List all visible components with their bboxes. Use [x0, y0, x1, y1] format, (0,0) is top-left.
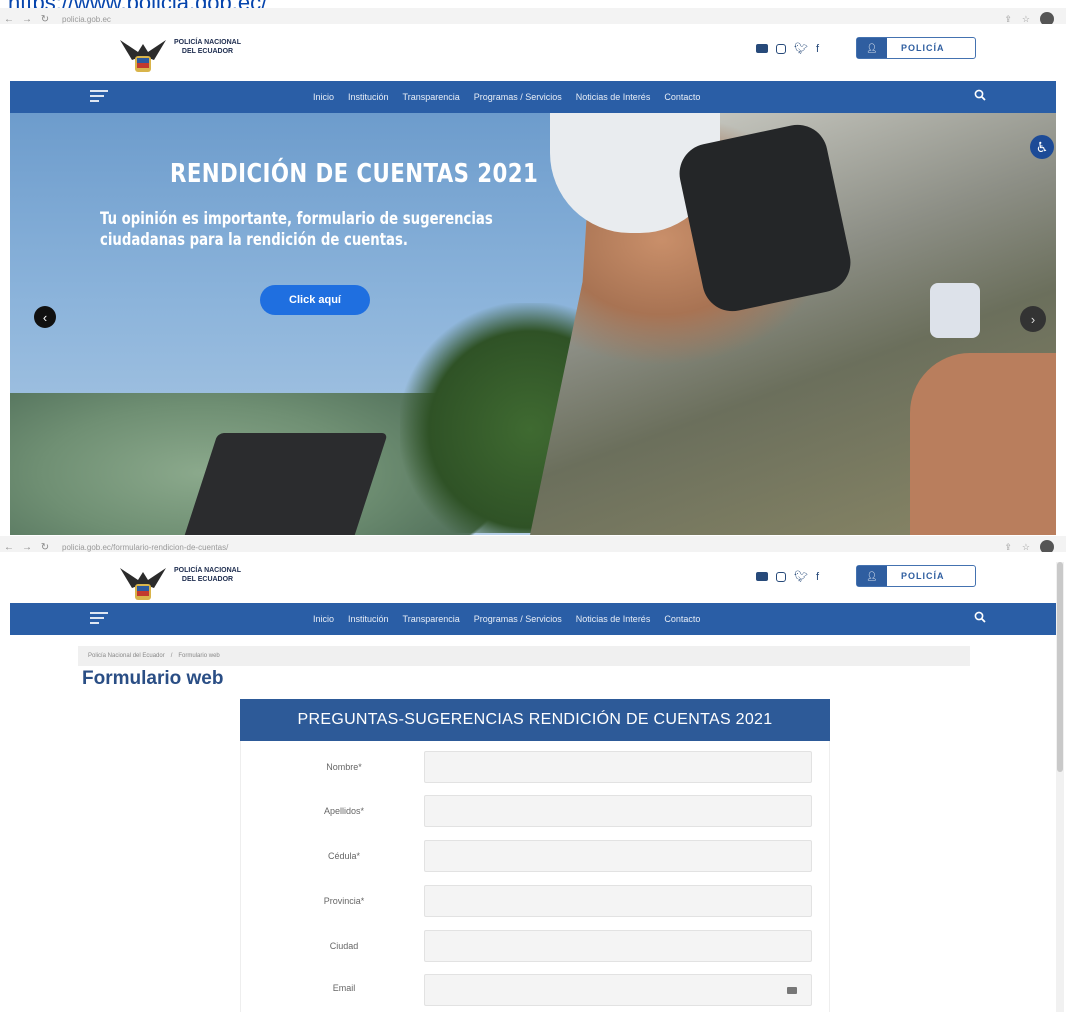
field-label: Provincia* [323, 896, 365, 906]
field-label: Cédula* [327, 851, 361, 861]
youtube-icon[interactable] [756, 44, 768, 53]
address-bar[interactable]: policia.gob.ec [62, 15, 111, 24]
reload-icon[interactable]: ↻ [36, 542, 54, 553]
condor-logo-icon[interactable] [118, 30, 168, 78]
breadcrumb-home[interactable]: Policía Nacional del Ecuador [88, 653, 165, 659]
policia-login-button[interactable]: 👤︎ POLICÍA [856, 565, 976, 587]
nav-item-transparencia[interactable]: Transparencia [403, 92, 460, 102]
carousel-prev-icon[interactable]: ‹ [34, 306, 56, 328]
share-icon[interactable]: ⇪ [1004, 14, 1012, 25]
field-label: Email [332, 983, 356, 993]
forward-icon[interactable]: → [18, 14, 36, 25]
site-header: POLICÍA NACIONAL DEL ECUADOR 🐦︎ f 👤︎ POL… [0, 24, 1066, 82]
breadcrumb-separator: / [170, 653, 173, 659]
nav-item-noticias[interactable]: Noticias de Interés [576, 614, 651, 624]
user-icon: 👤︎ [857, 38, 887, 58]
nombre-input[interactable] [424, 751, 812, 783]
page-scrollbar[interactable] [1056, 562, 1064, 1012]
accessibility-icon[interactable]: ♿︎ [1030, 135, 1054, 159]
facebook-icon[interactable]: f [816, 43, 819, 55]
youtube-icon[interactable] [756, 572, 768, 581]
nav-item-contacto[interactable]: Contacto [664, 614, 700, 624]
hero-banner: RENDICIÓN DE CUENTAS 2021 Tu opinión es … [10, 113, 1056, 535]
carousel-next-icon[interactable]: › [1020, 306, 1046, 332]
main-nav: Inicio Institución Transparencia Program… [10, 603, 1056, 635]
star-icon[interactable]: ☆ [1022, 542, 1030, 553]
form-row-apellidos: Apellidos* [241, 795, 831, 831]
main-nav: Inicio Institución Transparencia Program… [10, 81, 1056, 113]
page-title: Formulario web [82, 668, 224, 689]
nav-item-noticias[interactable]: Noticias de Interés [576, 92, 651, 102]
nav-item-programas[interactable]: Programas / Servicios [474, 92, 562, 102]
twitter-icon[interactable]: 🐦︎ [794, 570, 808, 583]
breadcrumb: Policía Nacional del Ecuador / Formulari… [78, 646, 970, 666]
field-label: Ciudad [329, 941, 359, 951]
social-links: 🐦︎ f [756, 570, 819, 583]
suggestion-form: Nombre* Apellidos* Cédula* Provincia* Ci… [240, 741, 830, 1012]
instagram-icon[interactable] [776, 571, 786, 582]
search-icon[interactable] [974, 611, 986, 623]
field-label: Nombre* [326, 762, 362, 772]
form-heading: PREGUNTAS-SUGERENCIAS RENDICIÓN DE CUENT… [240, 699, 830, 741]
address-bar[interactable]: policia.gob.ec/formulario-rendicion-de-c… [62, 543, 228, 552]
logo-text: POLICÍA NACIONAL DEL ECUADOR [174, 567, 242, 583]
social-links: 🐦︎ f [756, 42, 819, 55]
url-link[interactable]: https://www.policia.gob.ec/ [8, 0, 267, 8]
forward-icon[interactable]: → [18, 542, 36, 553]
twitter-icon[interactable]: 🐦︎ [794, 42, 808, 55]
provincia-input[interactable] [424, 885, 812, 917]
scrollbar-thumb[interactable] [1057, 562, 1063, 772]
form-row-cedula: Cédula* [241, 840, 831, 876]
form-row-ciudad: Ciudad [241, 930, 831, 966]
hero-image-vehicle [182, 433, 388, 535]
back-icon[interactable]: ← [0, 14, 18, 25]
instagram-icon[interactable] [776, 43, 786, 54]
form-row-nombre: Nombre* [241, 751, 831, 787]
nav-item-programas[interactable]: Programas / Servicios [474, 614, 562, 624]
hero-image-patch [930, 283, 980, 338]
menu-icon[interactable] [90, 612, 108, 627]
nav-item-transparencia[interactable]: Transparencia [403, 614, 460, 624]
ciudad-input[interactable] [424, 930, 812, 962]
breadcrumb-current: Formulario web [178, 653, 220, 659]
field-label: Apellidos* [323, 806, 365, 816]
envelope-icon [787, 987, 797, 994]
logo-text: POLICÍA NACIONAL DEL ECUADOR [174, 39, 242, 55]
nav-item-institucion[interactable]: Institución [348, 92, 389, 102]
policia-login-button[interactable]: 👤︎ POLICÍA [856, 37, 976, 59]
hero-subtitle: Tu opinión es importante, formulario de … [100, 209, 493, 250]
share-icon[interactable]: ⇪ [1004, 542, 1012, 553]
nav-item-contacto[interactable]: Contacto [664, 92, 700, 102]
nav-item-inicio[interactable]: Inicio [313, 92, 334, 102]
hero-title: RENDICIÓN DE CUENTAS 2021 [170, 159, 539, 189]
site-header: POLICÍA NACIONAL DEL ECUADOR 🐦︎ f 👤︎ POL… [0, 552, 1066, 610]
form-row-provincia: Provincia* [241, 885, 831, 921]
click-here-button[interactable]: Click aquí [260, 285, 370, 315]
back-icon[interactable]: ← [0, 542, 18, 553]
user-icon: 👤︎ [857, 566, 887, 586]
reload-icon[interactable]: ↻ [36, 14, 54, 25]
star-icon[interactable]: ☆ [1022, 14, 1030, 25]
hero-image-arm [910, 353, 1056, 535]
email-input[interactable] [424, 974, 812, 1006]
search-icon[interactable] [974, 89, 986, 101]
nav-item-institucion[interactable]: Institución [348, 614, 389, 624]
condor-logo-icon[interactable] [118, 558, 168, 606]
form-row-email: Email [241, 974, 831, 1010]
nav-item-inicio[interactable]: Inicio [313, 614, 334, 624]
menu-icon[interactable] [90, 90, 108, 105]
apellidos-input[interactable] [424, 795, 812, 827]
facebook-icon[interactable]: f [816, 571, 819, 583]
cedula-input[interactable] [424, 840, 812, 872]
